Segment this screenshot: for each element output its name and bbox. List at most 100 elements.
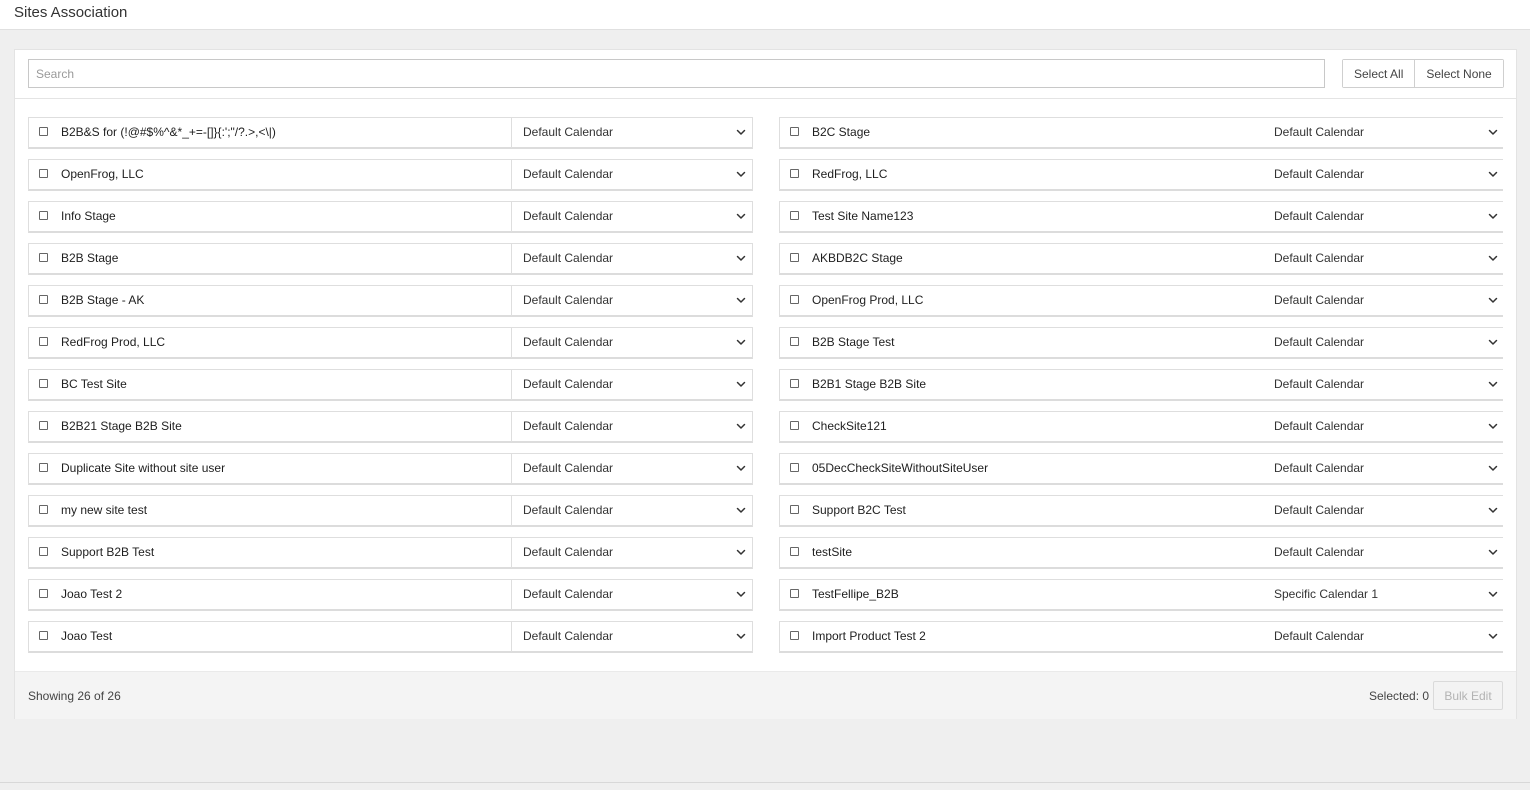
calendar-select[interactable]: Default Calendar bbox=[511, 244, 752, 274]
bulk-edit-button[interactable]: Bulk Edit bbox=[1433, 681, 1503, 710]
site-row: 05DecCheckSiteWithoutSiteUser Default Cal… bbox=[779, 453, 1503, 485]
checkbox-icon[interactable] bbox=[790, 589, 799, 598]
calendar-select[interactable]: Default Calendar bbox=[511, 580, 752, 610]
checkbox-icon[interactable] bbox=[39, 379, 48, 388]
checkbox-icon[interactable] bbox=[790, 505, 799, 514]
checkbox-icon[interactable] bbox=[790, 295, 799, 304]
calendar-select[interactable]: Default Calendar bbox=[511, 412, 752, 442]
calendar-select[interactable]: Default Calendar bbox=[511, 118, 752, 148]
calendar-value: Default Calendar bbox=[523, 209, 614, 223]
checkbox-icon[interactable] bbox=[39, 463, 48, 472]
chevron-down-icon bbox=[736, 633, 746, 639]
checkbox-icon[interactable] bbox=[39, 337, 48, 346]
calendar-value: Default Calendar bbox=[1274, 461, 1365, 475]
calendar-select[interactable]: Default Calendar bbox=[511, 370, 752, 400]
calendar-value: Default Calendar bbox=[523, 419, 614, 433]
site-row: OpenFrog Prod, LLC Default Calendar bbox=[779, 285, 1503, 317]
calendar-value: Default Calendar bbox=[523, 587, 614, 601]
chevron-down-icon bbox=[736, 465, 746, 471]
checkbox-icon[interactable] bbox=[39, 631, 48, 640]
selection-button-group: Select All Select None bbox=[1342, 59, 1504, 88]
calendar-value: Default Calendar bbox=[1274, 209, 1365, 223]
calendar-value: Default Calendar bbox=[523, 125, 614, 139]
calendar-value: Default Calendar bbox=[523, 545, 614, 559]
checkbox-icon[interactable] bbox=[39, 127, 48, 136]
checkbox-icon[interactable] bbox=[790, 337, 799, 346]
search-bar: Select All Select None bbox=[15, 50, 1516, 99]
calendar-select[interactable]: Default Calendar bbox=[511, 496, 752, 526]
calendar-value: Default Calendar bbox=[1274, 125, 1365, 139]
checkbox-icon[interactable] bbox=[790, 547, 799, 556]
calendar-value: Default Calendar bbox=[1274, 419, 1365, 433]
checkbox-icon[interactable] bbox=[39, 169, 48, 178]
calendar-select[interactable]: Default Calendar bbox=[511, 328, 752, 358]
checkbox-icon[interactable] bbox=[39, 421, 48, 430]
site-row: Info Stage Default Calendar bbox=[28, 201, 753, 233]
calendar-select[interactable]: Default Calendar bbox=[1262, 454, 1504, 484]
page-header: Sites Association bbox=[0, 0, 1530, 30]
site-row: Import Product Test 2 Default Calendar bbox=[779, 621, 1503, 653]
calendar-select[interactable]: Default Calendar bbox=[1262, 538, 1504, 568]
chevron-down-icon bbox=[736, 507, 746, 513]
chevron-down-icon bbox=[736, 297, 746, 303]
selected-count: Selected: 0 bbox=[1369, 689, 1430, 703]
calendar-value: Default Calendar bbox=[523, 503, 614, 517]
checkbox-icon[interactable] bbox=[39, 589, 48, 598]
select-none-button[interactable]: Select None bbox=[1414, 60, 1503, 87]
calendar-select[interactable]: Default Calendar bbox=[1262, 286, 1504, 316]
checkbox-icon[interactable] bbox=[39, 211, 48, 220]
checkbox-icon[interactable] bbox=[790, 379, 799, 388]
site-name: B2B Stage - AK bbox=[61, 293, 145, 307]
chevron-down-icon bbox=[1488, 255, 1498, 261]
calendar-select[interactable]: Default Calendar bbox=[1262, 496, 1504, 526]
calendar-select[interactable]: Specific Calendar 1 bbox=[1262, 580, 1504, 610]
checkbox-icon[interactable] bbox=[790, 253, 799, 262]
calendar-select[interactable]: Default Calendar bbox=[511, 160, 752, 190]
calendar-value: Default Calendar bbox=[1274, 629, 1365, 643]
calendar-select[interactable]: Default Calendar bbox=[511, 286, 752, 316]
chevron-down-icon bbox=[1488, 633, 1498, 639]
calendar-select[interactable]: Default Calendar bbox=[1262, 160, 1504, 190]
site-row: Joao Test 2 Default Calendar bbox=[28, 579, 753, 611]
checkbox-icon[interactable] bbox=[790, 211, 799, 220]
chevron-down-icon bbox=[1488, 381, 1498, 387]
site-row: B2B Stage Default Calendar bbox=[28, 243, 753, 275]
site-name: Duplicate Site without site user bbox=[61, 461, 226, 475]
calendar-select[interactable]: Default Calendar bbox=[1262, 202, 1504, 232]
chevron-down-icon bbox=[736, 213, 746, 219]
checkbox-icon[interactable] bbox=[790, 421, 799, 430]
chevron-down-icon bbox=[736, 381, 746, 387]
calendar-value: Default Calendar bbox=[523, 629, 614, 643]
calendar-select[interactable]: Default Calendar bbox=[511, 622, 752, 652]
checkbox-icon[interactable] bbox=[790, 169, 799, 178]
checkbox-icon[interactable] bbox=[790, 631, 799, 640]
chevron-down-icon bbox=[736, 549, 746, 555]
checkbox-icon[interactable] bbox=[39, 295, 48, 304]
site-name: Support B2B Test bbox=[61, 545, 155, 559]
checkbox-icon[interactable] bbox=[39, 505, 48, 514]
site-name: B2C Stage bbox=[812, 125, 871, 139]
calendar-select[interactable]: Default Calendar bbox=[1262, 118, 1504, 148]
site-name: my new site test bbox=[61, 503, 148, 517]
calendar-select[interactable]: Default Calendar bbox=[511, 454, 752, 484]
checkbox-icon[interactable] bbox=[39, 253, 48, 262]
checkbox-icon[interactable] bbox=[790, 463, 799, 472]
site-row: B2B21 Stage B2B Site Default Calendar bbox=[28, 411, 753, 443]
site-name: B2B1 Stage B2B Site bbox=[812, 377, 927, 391]
calendar-select[interactable]: Default Calendar bbox=[511, 538, 752, 568]
calendar-select[interactable]: Default Calendar bbox=[1262, 328, 1504, 358]
calendar-select[interactable]: Default Calendar bbox=[1262, 622, 1504, 652]
calendar-select[interactable]: Default Calendar bbox=[1262, 244, 1504, 274]
site-row: B2B1 Stage B2B Site Default Calendar bbox=[779, 369, 1503, 401]
calendar-select[interactable]: Default Calendar bbox=[1262, 412, 1504, 442]
select-all-button[interactable]: Select All bbox=[1343, 60, 1415, 87]
search-input[interactable] bbox=[28, 59, 1325, 88]
footer-bar: Showing 26 of 26 Selected: 0 Bulk Edit bbox=[15, 671, 1516, 719]
showing-count: Showing 26 of 26 bbox=[28, 689, 121, 703]
calendar-select[interactable]: Default Calendar bbox=[511, 202, 752, 232]
site-name: B2B Stage Test bbox=[812, 335, 895, 349]
calendar-select[interactable]: Default Calendar bbox=[1262, 370, 1504, 400]
checkbox-icon[interactable] bbox=[790, 127, 799, 136]
checkbox-icon[interactable] bbox=[39, 547, 48, 556]
chevron-down-icon bbox=[736, 339, 746, 345]
